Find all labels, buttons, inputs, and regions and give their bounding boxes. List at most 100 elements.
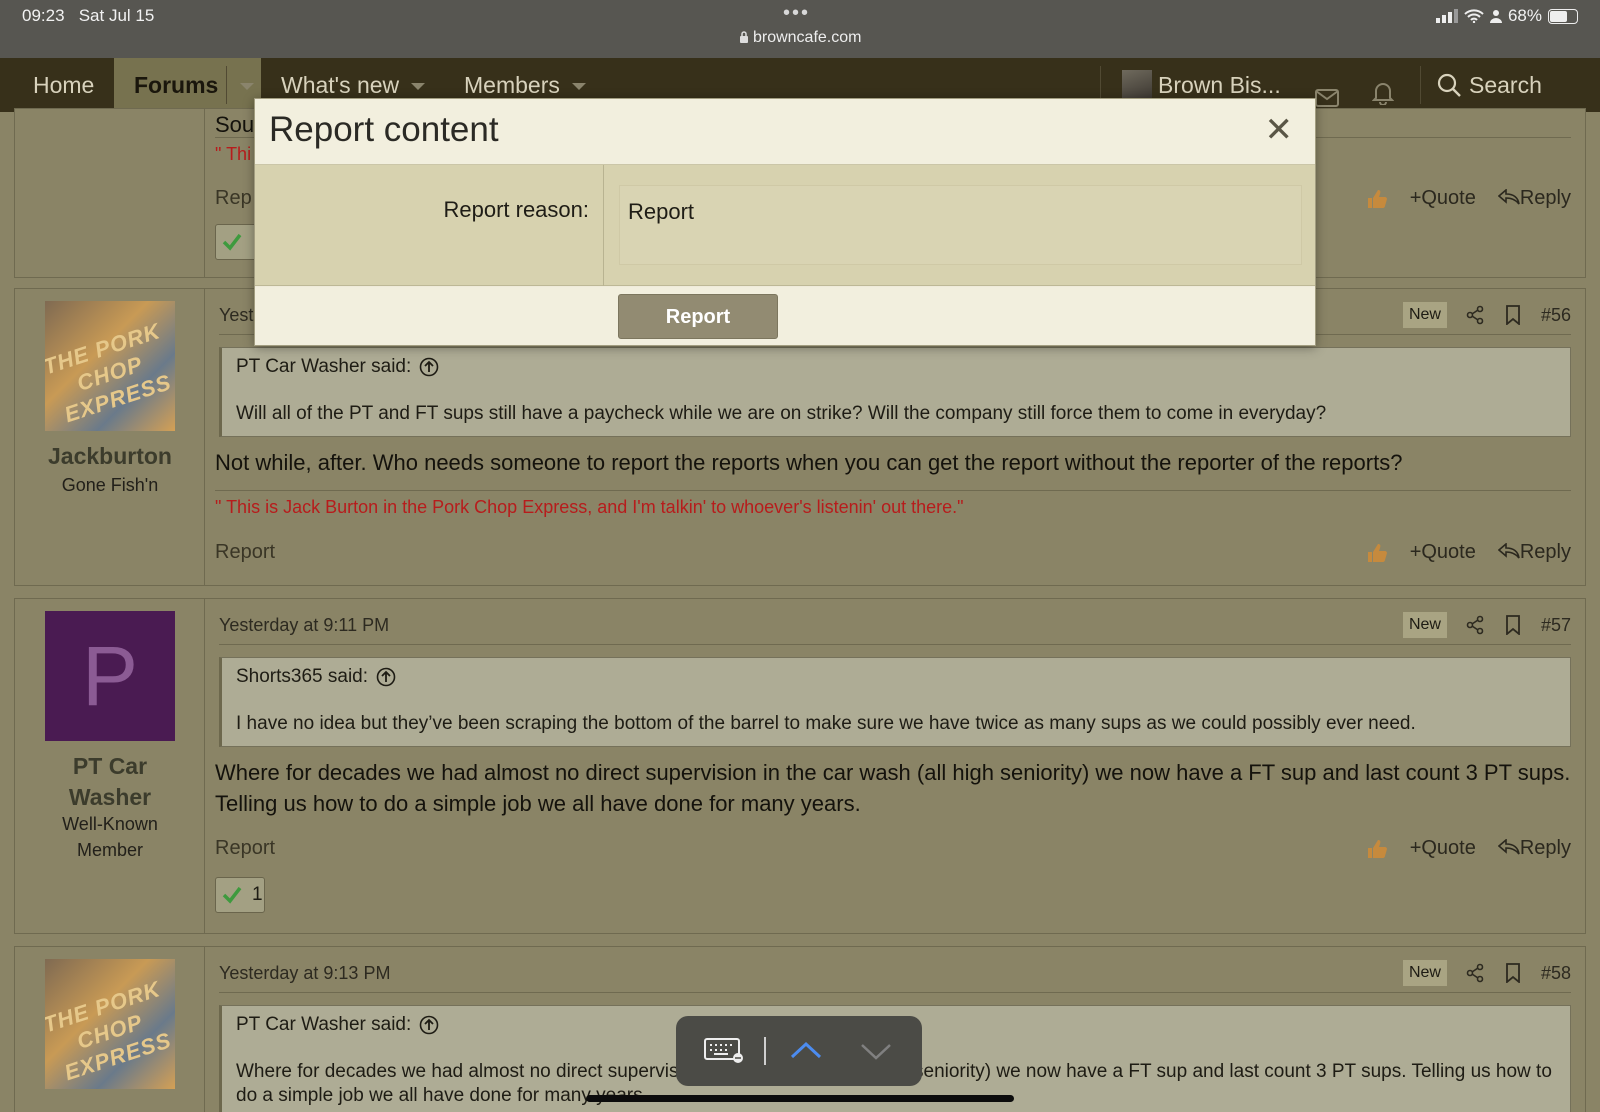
post-meta: Yesterday at 9:11 PM New #57	[219, 605, 1571, 645]
report-submit-button[interactable]: Report	[618, 294, 778, 339]
quote-author[interactable]: Shorts365 said:	[236, 666, 368, 688]
address-bar[interactable]: browncafe.com	[0, 29, 1600, 47]
wifi-icon	[1464, 9, 1484, 23]
avatar[interactable]: P	[45, 611, 175, 741]
search-icon	[1437, 73, 1461, 97]
keyboard-assistant-bar	[676, 1016, 922, 1086]
bell-icon[interactable]	[1371, 70, 1395, 106]
quote-link-icon[interactable]	[419, 1015, 439, 1035]
battery-level	[1550, 10, 1567, 22]
battery-icon	[1548, 8, 1578, 24]
reply-label: Reply	[1519, 187, 1571, 209]
share-icon[interactable]	[1465, 963, 1485, 983]
chevron-up-icon[interactable]	[790, 1040, 822, 1060]
quote-text: Will all of the PT and FT sups still hav…	[236, 403, 1327, 424]
post-user: THE PORK CHOP EXPRESS Jackburton Gone Fi…	[15, 289, 205, 585]
username[interactable]: PT Car Washer	[15, 751, 205, 813]
reply-arrow-icon	[1497, 542, 1520, 559]
quote-author[interactable]: PT Car Washer said:	[236, 356, 411, 378]
quote-link-icon[interactable]	[376, 667, 396, 687]
thumbs-up-icon[interactable]	[1366, 542, 1388, 564]
share-icon[interactable]	[1465, 615, 1485, 635]
dialog-footer: Report	[255, 287, 1315, 345]
nav-home[interactable]: Home	[33, 58, 94, 112]
report-dialog: Report content ✕ Report reason: Report R…	[254, 98, 1316, 346]
username-line: PT Car	[72, 753, 148, 779]
bookmark-icon[interactable]	[1505, 963, 1521, 983]
quote-block: PT Car Washer said: Will all of the PT a…	[219, 347, 1571, 437]
report-link[interactable]: Report	[215, 837, 275, 860]
quote-button[interactable]: +Quote	[1410, 837, 1476, 860]
user-title-line: Member	[76, 840, 143, 860]
thumbs-up-icon[interactable]	[1366, 188, 1388, 210]
battery-percent: 68%	[1507, 6, 1542, 25]
status-indicators: 68%	[1435, 6, 1578, 26]
reply-arrow-icon	[1497, 188, 1520, 205]
avatar[interactable]: THE PORK CHOP EXPRESS	[45, 959, 175, 1089]
post-body: Where for decades we had almost no direc…	[215, 760, 1571, 816]
post-user	[15, 109, 205, 277]
post-number[interactable]: #57	[1541, 605, 1571, 645]
quote-button[interactable]: +Quote	[1410, 541, 1476, 564]
report-link[interactable]: Rep	[215, 187, 252, 210]
reply-button[interactable]: Reply	[1497, 187, 1571, 210]
post-user: THE PORK CHOP EXPRESS	[15, 947, 205, 1112]
dialog-title: Report content	[269, 110, 499, 149]
post-user: P PT Car Washer Well-Known Member	[15, 599, 205, 933]
share-icon[interactable]	[1465, 305, 1485, 325]
person-icon	[1489, 10, 1502, 23]
post: P PT Car Washer Well-Known Member Yesterda…	[14, 598, 1586, 934]
post-meta: Yesterday at 9:13 PM New #58	[219, 953, 1571, 993]
nav-divider	[1420, 66, 1421, 104]
more-dots[interactable]: •••	[783, 2, 810, 25]
quote-button[interactable]: +Quote	[1410, 187, 1476, 210]
status-bar: 09:23 Sat Jul 15 ••• browncafe.com 68%	[0, 0, 1600, 58]
report-reason-label: Report reason:	[255, 165, 604, 286]
reply-button[interactable]: Reply	[1497, 837, 1571, 860]
reply-label: Reply	[1519, 837, 1571, 859]
check-icon	[222, 886, 242, 904]
chevron-down-icon[interactable]	[860, 1042, 892, 1062]
bookmark-icon[interactable]	[1505, 305, 1521, 325]
nav-forums[interactable]: Forums	[114, 58, 261, 112]
chevron-down-icon[interactable]	[571, 83, 586, 91]
report-reason-input[interactable]: Report	[619, 185, 1302, 265]
chevron-down-icon[interactable]	[411, 83, 426, 91]
username-line: Washer	[68, 784, 152, 810]
avatar[interactable]: THE PORK CHOP EXPRESS	[45, 301, 175, 431]
url-text: browncafe.com	[752, 29, 862, 46]
post-number[interactable]: #58	[1541, 953, 1571, 993]
reply-arrow-icon	[1497, 838, 1520, 855]
quote-author[interactable]: PT Car Washer said:	[236, 1014, 411, 1036]
thumbs-up-icon[interactable]	[1366, 838, 1388, 860]
mail-icon[interactable]	[1315, 72, 1339, 107]
nav-forums-label: Forums	[134, 72, 219, 98]
quote-link-icon[interactable]	[419, 357, 439, 377]
reaction-summary[interactable]: 1	[215, 877, 265, 913]
post-actions: Report +Quote Reply	[215, 541, 1571, 571]
avatar	[1122, 70, 1152, 100]
quote-header: PT Car Washer said:	[236, 356, 439, 378]
post-date[interactable]: Yesterday at 9:11 PM	[219, 615, 389, 635]
report-link[interactable]: Report	[215, 541, 275, 564]
signal-icon	[1435, 9, 1458, 23]
reply-label: Reply	[1519, 541, 1571, 563]
search-button[interactable]: Search	[1437, 58, 1542, 112]
home-indicator[interactable]	[586, 1095, 1014, 1102]
keyboard-icon[interactable]	[704, 1038, 744, 1064]
user-title: Gone Fish'n	[61, 475, 159, 495]
bar-divider	[764, 1037, 766, 1065]
post-number[interactable]: #56	[1541, 295, 1571, 335]
dialog-header: Report content ✕	[255, 99, 1315, 165]
new-badge: New	[1402, 612, 1447, 638]
post-body: Not while, after. Who needs someone to r…	[215, 450, 1403, 475]
chevron-down-icon[interactable]	[240, 83, 255, 91]
post-signature: " This is Jack Burton in the Pork Chop E…	[215, 490, 1571, 518]
close-icon[interactable]: ✕	[1265, 113, 1294, 147]
username[interactable]: Jackburton	[15, 441, 205, 472]
bookmark-icon[interactable]	[1505, 615, 1521, 635]
post-date[interactable]: Yesterday at 9:13 PM	[219, 963, 390, 983]
new-badge: New	[1402, 960, 1447, 986]
reply-button[interactable]: Reply	[1497, 541, 1571, 564]
check-icon	[222, 233, 242, 251]
